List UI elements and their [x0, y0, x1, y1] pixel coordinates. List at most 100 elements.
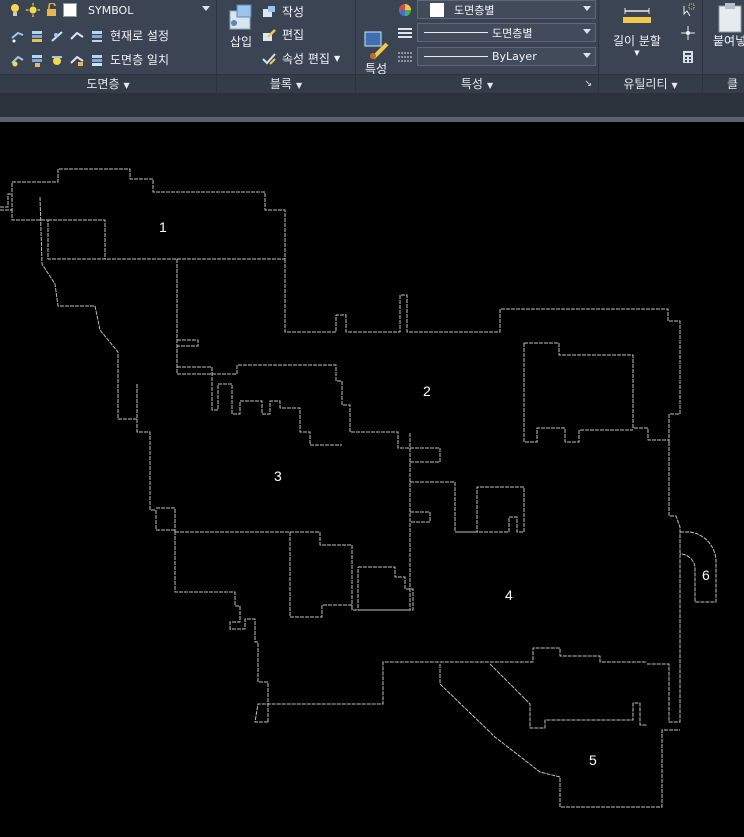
color-swatch-icon — [430, 2, 444, 17]
room-1-inner-wall — [48, 219, 106, 259]
file-tab-bar — [0, 93, 744, 117]
linetype-dropdown[interactable]: 도면층별 — [417, 23, 596, 42]
clipboard-panel: 붙여넣 클 — [703, 0, 744, 93]
create-label: 작성 — [282, 5, 305, 19]
room-3-small-block — [156, 507, 176, 532]
dialog-launcher-icon[interactable]: ↘ — [584, 75, 592, 93]
room-3-inner-room — [290, 531, 353, 610]
unlock-icon[interactable] — [46, 3, 57, 17]
layer-state-row — [10, 3, 83, 17]
chevron-down-icon[interactable]: ▼ — [334, 54, 340, 63]
layers-panel: SYMBOL 현재로 설정 도면층 일치 도면층 ▼ — [0, 0, 217, 93]
edit-attributes-label: 속성 편집 — [282, 52, 330, 66]
properties-panel-title-text: 특성 — [460, 77, 483, 91]
utilities-panel: 길이 분할 ▼ 유틸리티 ▼ — [599, 0, 703, 93]
layer-tools-row-2: 도면층 일치 — [10, 51, 169, 68]
layer-lock-icon[interactable] — [30, 53, 44, 67]
properties-panel: 특성 일치 도면층별 도면층별 ByLayer 특성▼ ↘ — [356, 0, 599, 93]
room-3-inner-walls — [177, 366, 342, 446]
properties-panel-title[interactable]: 특성 ▼ ↘ — [356, 74, 598, 93]
layer-thaw-icon[interactable] — [50, 53, 64, 67]
match-properties-icon — [361, 16, 391, 60]
edit-block-icon — [262, 28, 276, 42]
layer-dropdown[interactable]: SYMBOL — [82, 1, 214, 20]
layer-properties-icon[interactable] — [10, 29, 24, 43]
quick-select-icon[interactable] — [681, 3, 695, 17]
room-3-south-wall — [175, 432, 411, 618]
room-6-outline — [679, 531, 717, 603]
insert-button[interactable]: 삽입 — [221, 3, 261, 49]
edit-attributes-icon — [262, 52, 276, 66]
layer-isolate-icon[interactable] — [50, 29, 64, 43]
block-panel-title[interactable]: 블록 ▼ — [217, 74, 355, 93]
layer-unlock-icon[interactable] — [70, 53, 84, 67]
utilities-panel-title[interactable]: 유틸리티 ▼ — [599, 74, 702, 93]
room-5-inner-wall — [489, 663, 647, 729]
layer-color-swatch-icon[interactable] — [63, 3, 77, 17]
measure-label: 길이 분할 — [613, 34, 661, 48]
layers-panel-title[interactable]: 도면층 ▼ — [0, 74, 216, 93]
chevron-down-icon — [202, 6, 210, 11]
room-4-east-wall — [647, 442, 681, 723]
chevron-down-icon: ▼ — [634, 49, 640, 57]
room-label-6: 6 — [702, 567, 710, 583]
room-2-east-notch — [523, 343, 633, 443]
color-dropdown-value: 도면층별 — [454, 3, 495, 17]
color-wheel-icon[interactable] — [398, 3, 412, 17]
block-panel: 삽입 작성 편집 속성 편집 ▼ 블록 ▼ — [217, 0, 356, 93]
color-dropdown[interactable]: 도면층별 — [417, 0, 596, 19]
point-style-icon[interactable] — [681, 26, 695, 40]
layer-dropdown-value: SYMBOL — [88, 4, 134, 17]
insert-block-icon — [225, 3, 257, 33]
match-layer-button[interactable]: 도면층 일치 — [110, 51, 169, 68]
room-4-closet — [410, 511, 431, 523]
chevron-down-icon — [583, 6, 591, 11]
floor-plan-drawing: 1 2 3 4 5 6 — [0, 168, 717, 808]
sun-icon[interactable] — [26, 3, 40, 17]
lineweight-dropdown[interactable]: ByLayer — [417, 47, 596, 66]
room-label-4: 4 — [505, 587, 513, 603]
layer-freeze-icon[interactable] — [70, 29, 84, 43]
room-labels: 1 2 3 4 5 6 — [159, 219, 710, 768]
measure-button[interactable]: 길이 분할 ▼ — [605, 6, 669, 58]
floor-plan-outlines — [0, 168, 717, 808]
paste-label: 붙여넣 — [713, 34, 744, 48]
room-4-outline — [410, 481, 525, 533]
edit-attributes-button[interactable]: 속성 편집 ▼ — [262, 50, 340, 67]
room-3-outline — [177, 339, 199, 347]
linetype-icon[interactable] — [398, 26, 412, 40]
drawing-canvas[interactable]: 1 2 3 4 5 6 — [0, 122, 744, 837]
room-label-5: 5 — [589, 752, 597, 768]
block-panel-title-text: 블록 — [269, 77, 292, 91]
paste-button[interactable]: 붙여넣 — [713, 2, 744, 48]
layer-off-icon[interactable] — [10, 53, 24, 67]
room-1-outline — [0, 168, 286, 260]
lineweight-dropdown-value: ByLayer — [492, 50, 537, 63]
ribbon: SYMBOL 현재로 설정 도면층 일치 도면층 ▼ 삽입 작성 편집 속성 편… — [0, 0, 744, 93]
paste-icon — [713, 2, 743, 34]
west-wall — [39, 196, 138, 420]
layer-states-icon[interactable] — [30, 29, 44, 43]
clipboard-panel-title[interactable]: 클 — [703, 74, 744, 93]
create-block-icon — [262, 5, 276, 19]
room-4-south-wall — [254, 647, 647, 723]
set-current-button[interactable]: 현재로 설정 — [110, 27, 169, 44]
room-3-west-wall — [136, 384, 269, 722]
room-3-closet — [357, 566, 414, 611]
chevron-down-icon — [583, 53, 591, 58]
insert-label: 삽입 — [229, 35, 253, 49]
calculator-icon[interactable] — [682, 50, 694, 64]
edit-block-button[interactable]: 편집 — [262, 26, 304, 43]
room-5-outline — [439, 664, 680, 808]
create-block-button[interactable]: 작성 — [262, 3, 304, 20]
linetype-dropdown-value: 도면층별 — [492, 26, 533, 40]
room-label-2: 2 — [423, 383, 431, 399]
lightbulb-icon[interactable] — [10, 3, 20, 17]
room-label-3: 3 — [274, 468, 282, 484]
lineweight-icon[interactable] — [398, 50, 412, 64]
chevron-down-icon: ▼ — [486, 81, 494, 90]
edit-label: 편집 — [282, 28, 305, 42]
layer-walk-icon[interactable] — [90, 29, 104, 43]
utilities-panel-title-text: 유틸리티 — [623, 77, 668, 91]
layer-match-icon[interactable] — [90, 53, 104, 67]
